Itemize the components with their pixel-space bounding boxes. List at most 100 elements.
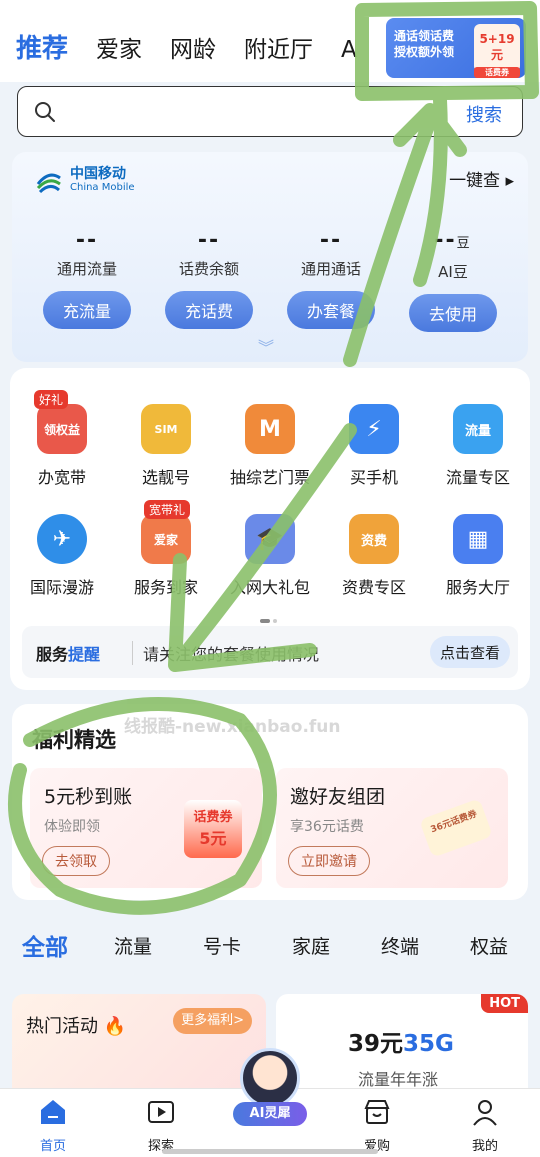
service-data-zone-sub: 流量	[464, 423, 491, 439]
invite-button[interactable]: 立即邀请	[288, 846, 370, 876]
category-all[interactable]: 全部	[22, 928, 68, 962]
china-mobile-logo-icon	[36, 173, 61, 194]
service-home-service-sub: 爱家	[153, 532, 178, 547]
welfare-section: 线报酷-new.xianbao.fun 福利精选 5元秒到账 体验即领 去领取 …	[12, 704, 528, 900]
invite-art-label: 36元话费券	[429, 809, 479, 836]
promo-badge-tag: 话费券	[474, 67, 520, 78]
promo-line1: 通话领话费	[394, 29, 455, 43]
service-buy-phone[interactable]: ⚡ 买手机	[322, 404, 426, 488]
home-icon	[41, 1100, 65, 1124]
service-join-gift-label: 入网大礼包	[229, 578, 310, 597]
category-sim[interactable]: 号卡	[203, 932, 241, 959]
service-tariff-zone-sub: 资费	[360, 533, 387, 549]
brand-en: China Mobile	[70, 182, 135, 193]
graduation-cap-icon: 🎓	[245, 514, 295, 564]
services-card: 领权益 好礼 办宽带 SIM 选靓号 M 抽综艺门票 ⚡ 买手机 流量 流量专区…	[10, 368, 530, 690]
nav-home[interactable]: 首页	[18, 1097, 88, 1154]
phone-icon: ⚡	[349, 404, 399, 454]
more-benefits-button[interactable]: 更多福利>	[173, 1008, 252, 1034]
reminder-title-plain: 服务	[36, 645, 69, 664]
tab-home-family[interactable]: 爱家	[96, 30, 142, 64]
service-reminder: 服务提醒 请关注您的套餐使用情况 点击查看	[22, 626, 518, 678]
service-variety-tickets[interactable]: M 抽综艺门票	[218, 404, 322, 488]
service-lucky-number-label: 选靓号	[141, 468, 190, 487]
gift-box-icon: 领权益	[37, 404, 87, 454]
plan-price: 39元35G	[348, 1024, 454, 1058]
nav-mine[interactable]: 我的	[450, 1097, 520, 1154]
service-lucky-number[interactable]: SIM 选靓号	[114, 404, 218, 488]
reminder-message: 请关注您的套餐使用情况	[132, 641, 319, 665]
expand-chevron-icon[interactable]: ︾	[258, 340, 274, 356]
page-indicator	[260, 608, 280, 627]
claim-button[interactable]: 去领取	[42, 846, 110, 876]
recharge-data-button[interactable]: 充流量	[43, 291, 131, 329]
category-data[interactable]: 流量	[114, 932, 152, 959]
service-tariff-zone[interactable]: 资费 资费专区	[322, 514, 426, 598]
stat-balance: -- 话费余额 充话费	[154, 228, 264, 329]
house-icon: 爱家	[141, 514, 191, 564]
sim-card-icon: SIM	[141, 404, 191, 454]
welfare-card-5yuan-title: 5元秒到账	[44, 786, 133, 808]
stat-calls-label: 通用通话	[300, 260, 361, 278]
plan-price-plain: 39元	[348, 1031, 404, 1057]
hot-activity-title-text: 热门活动	[26, 1016, 98, 1037]
welfare-card-invite-title: 邀好友组团	[290, 786, 386, 808]
hot-badge: HOT	[481, 994, 528, 1013]
stat-data-value: --	[75, 228, 99, 253]
category-devices[interactable]: 终端	[381, 932, 419, 959]
welfare-card-invite[interactable]: 邀好友组团 享36元话费 立即邀请 36元话费券	[276, 768, 508, 888]
coupon-flying-people-icon: 36元话费券	[419, 798, 493, 858]
stat-calls-value: --	[319, 228, 343, 253]
service-data-zone-label: 流量专区	[445, 468, 510, 487]
stat-data: -- 通用流量 充流量	[32, 228, 142, 329]
search-icon	[35, 102, 55, 122]
tab-ai[interactable]: A	[341, 37, 357, 63]
one-key-check-link[interactable]: 一键查 ▸	[449, 166, 514, 191]
service-broadband[interactable]: 领权益 好礼 办宽带	[10, 390, 114, 488]
tab-network-age[interactable]: 网龄	[170, 30, 216, 64]
search-button[interactable]: 搜索	[466, 101, 502, 127]
service-broadband-tag: 好礼	[34, 390, 69, 409]
tab-recommend[interactable]: 推荐	[16, 28, 68, 65]
stat-balance-label: 话费余额	[178, 260, 239, 278]
promo-badge-value: 5+19元	[479, 32, 515, 62]
nav-explore[interactable]: 探索	[126, 1097, 196, 1154]
nav-shop[interactable]: 爱购	[342, 1097, 412, 1154]
tab-nearby-hall[interactable]: 附近厅	[244, 30, 313, 64]
one-key-check-label: 一键查	[449, 171, 501, 191]
promo-line2: 授权额外领	[394, 45, 455, 59]
service-lucky-number-sub: SIM	[154, 422, 178, 436]
user-icon	[473, 1100, 497, 1126]
nav-home-label: 首页	[39, 1139, 66, 1154]
use-ai-beans-button[interactable]: 去使用	[409, 294, 497, 332]
brand-cn: 中国移动	[70, 166, 126, 182]
store-icon: 流量	[453, 404, 503, 454]
reminder-title-highlight: 提醒	[68, 645, 101, 664]
category-tabs: 全部 流量 号卡 家庭 终端 权益	[0, 920, 540, 972]
recharge-fee-button[interactable]: 充话费	[165, 291, 253, 329]
ai-assistant-label: AI灵犀	[233, 1102, 307, 1126]
category-family[interactable]: 家庭	[292, 932, 330, 959]
china-mobile-logo: 中国移动 China Mobile	[34, 166, 135, 196]
welfare-title: 福利精选	[32, 728, 116, 752]
service-home-service[interactable]: 爱家 宽带礼 服务到家	[114, 500, 218, 598]
welfare-card-5yuan[interactable]: 5元秒到账 体验即领 去领取 话费券 5元	[30, 768, 262, 888]
view-reminder-button[interactable]: 点击查看	[429, 636, 510, 668]
service-hall[interactable]: ▦ 服务大厅	[426, 514, 530, 598]
stat-ai-beans-label: AI豆	[438, 263, 468, 281]
promo-banner[interactable]: 通话领话费 授权额外领 5+19元 话费券	[386, 18, 526, 78]
category-benefits[interactable]: 权益	[470, 932, 508, 959]
service-join-gift[interactable]: 🎓 入网大礼包	[218, 514, 322, 598]
stat-calls: -- 通用通话 办套餐	[276, 228, 386, 329]
service-roaming[interactable]: ✈ 国际漫游	[10, 514, 114, 598]
promo-badge: 5+19元 话费券	[474, 24, 520, 78]
nav-ai-assistant[interactable]: AI灵犀	[230, 1048, 310, 1134]
search-bar[interactable]: 搜索	[17, 86, 523, 137]
ticket-icon: M	[245, 404, 295, 454]
service-tariff-zone-label: 资费专区	[341, 578, 406, 597]
service-data-zone[interactable]: 流量 流量专区	[426, 404, 530, 488]
stat-balance-value: --	[197, 228, 221, 253]
shop-icon	[364, 1100, 390, 1124]
welfare-card-5yuan-subtitle: 体验即领	[44, 819, 100, 835]
subscribe-plan-button[interactable]: 办套餐	[287, 291, 375, 329]
